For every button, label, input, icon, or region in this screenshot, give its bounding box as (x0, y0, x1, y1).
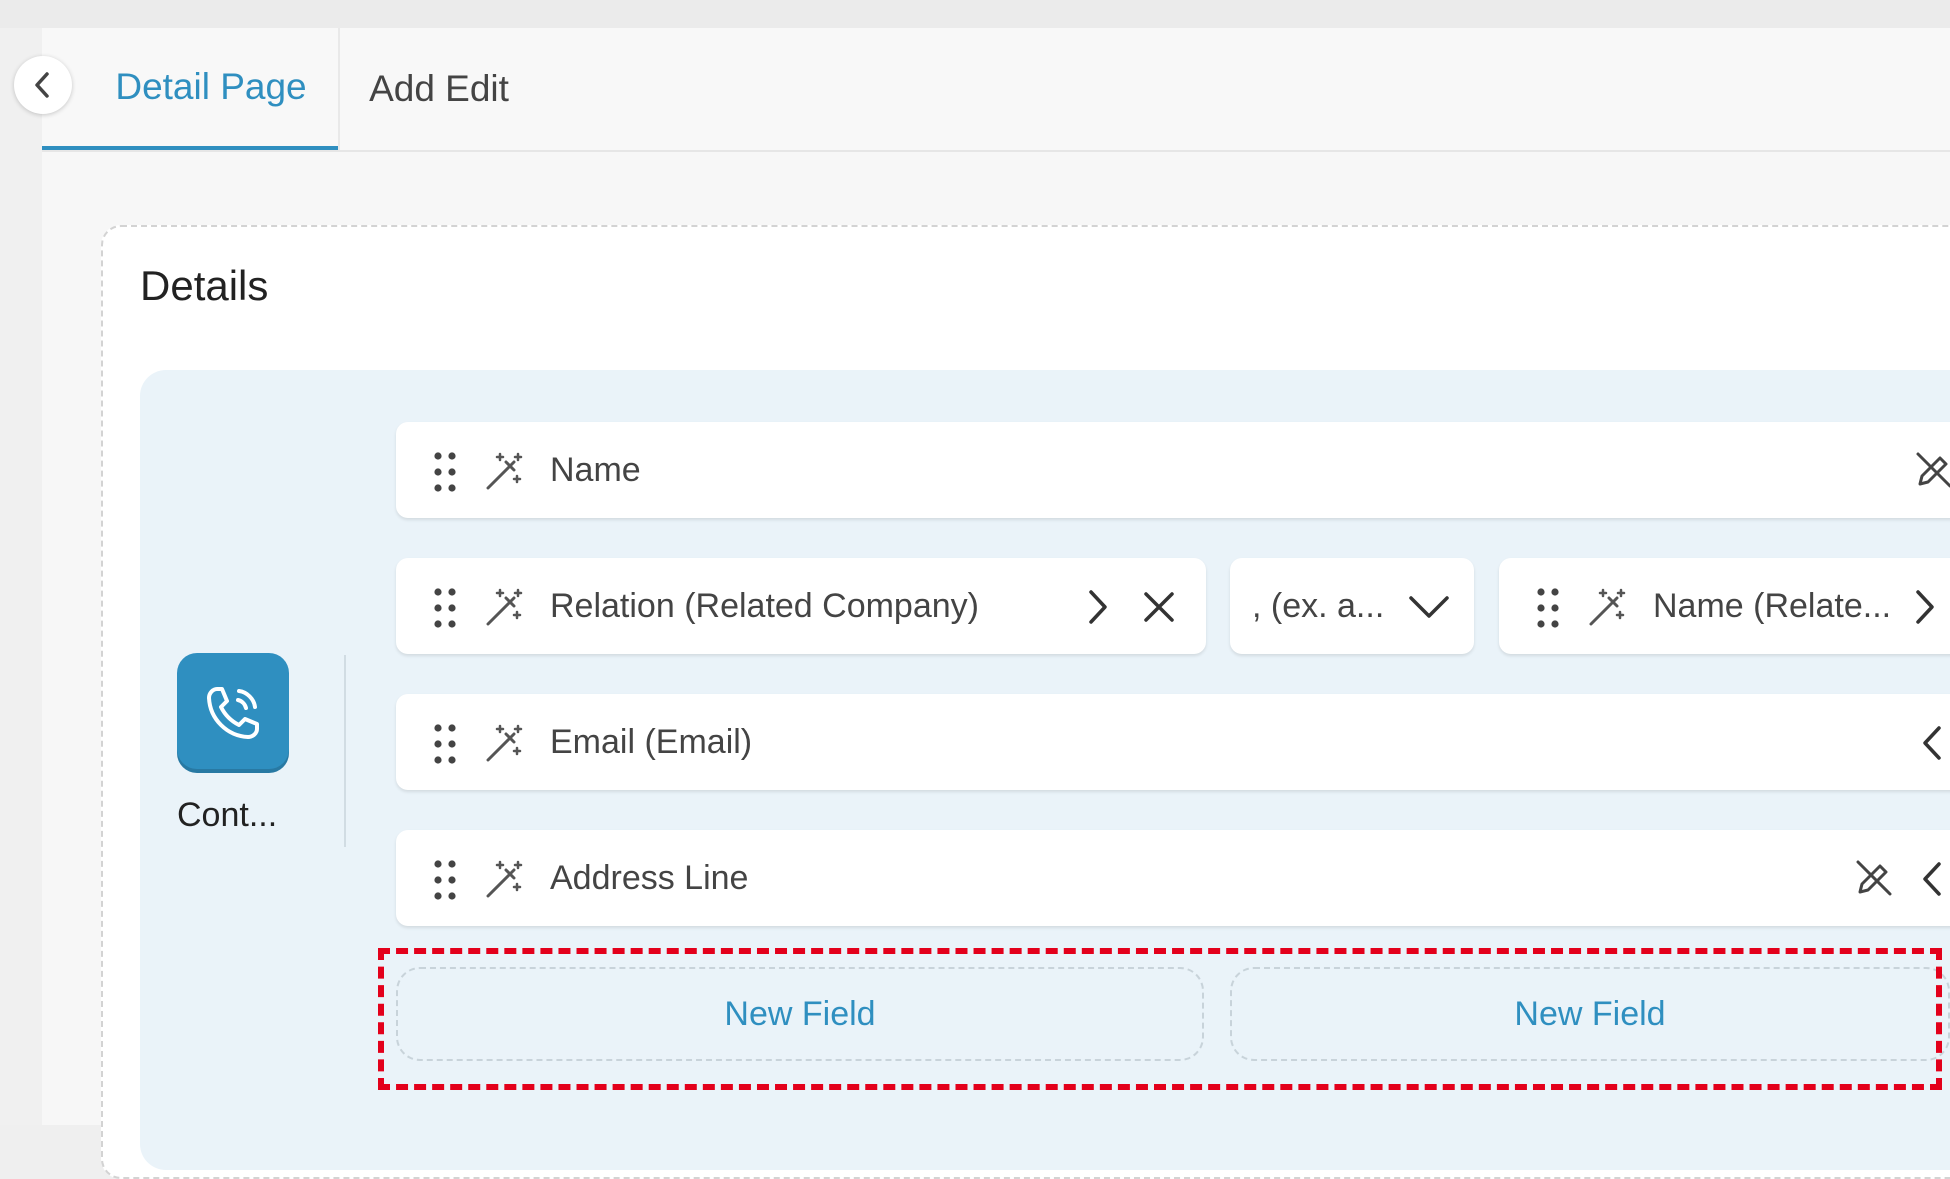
drag-handle-icon[interactable] (430, 722, 460, 766)
magic-wand-icon[interactable] (484, 586, 526, 628)
contact-block-label: Cont... (177, 796, 278, 834)
window-top-strip (0, 0, 1950, 28)
chevron-right-icon[interactable] (1086, 588, 1110, 626)
separator-select[interactable]: , (ex. a... (1230, 558, 1474, 654)
field-label: Name (550, 451, 641, 489)
vertical-divider (344, 655, 346, 847)
drag-handle-icon[interactable] (1533, 586, 1563, 630)
pencil-off-icon[interactable] (1914, 450, 1950, 490)
highlight-annotation (378, 948, 1942, 1090)
field-label: Name (Relate... (1653, 587, 1892, 625)
magic-wand-icon[interactable] (484, 722, 526, 764)
chevron-left-icon (35, 72, 49, 98)
chevron-left-icon[interactable] (1920, 860, 1944, 898)
close-icon[interactable] (1142, 590, 1176, 624)
field-related-name[interactable]: Name (Relate... (1499, 558, 1950, 654)
field-label: Relation (Related Company) (550, 587, 979, 625)
field-address-line[interactable]: Address Line (396, 830, 1950, 926)
magic-wand-icon[interactable] (484, 858, 526, 900)
field-email[interactable]: Email (Email) (396, 694, 1950, 790)
phone-icon (207, 687, 259, 739)
field-label: Address Line (550, 859, 749, 897)
contact-block-icon[interactable] (177, 653, 289, 773)
back-button[interactable] (14, 56, 72, 114)
section-title: Details (140, 262, 269, 309)
field-label: Email (Email) (550, 723, 753, 761)
pencil-off-icon[interactable] (1854, 858, 1894, 898)
chevron-right-icon[interactable] (1913, 588, 1937, 626)
tab-detail-page[interactable]: Detail Page (42, 28, 338, 150)
magic-wand-icon[interactable] (484, 450, 526, 492)
left-gutter (0, 28, 42, 1125)
separator-value: , (ex. a... (1252, 587, 1385, 625)
drag-handle-icon[interactable] (430, 858, 460, 902)
chevron-down-icon[interactable] (1408, 594, 1450, 620)
field-name[interactable]: Name (396, 422, 1950, 518)
tab-add-edit[interactable]: Add Edit (338, 28, 538, 150)
chevron-left-icon[interactable] (1920, 724, 1944, 762)
field-relation[interactable]: Relation (Related Company) (396, 558, 1206, 654)
tab-bar: Detail Page Add Edit (42, 28, 1950, 152)
magic-wand-icon[interactable] (1587, 586, 1629, 628)
drag-handle-icon[interactable] (430, 450, 460, 494)
drag-handle-icon[interactable] (430, 586, 460, 630)
